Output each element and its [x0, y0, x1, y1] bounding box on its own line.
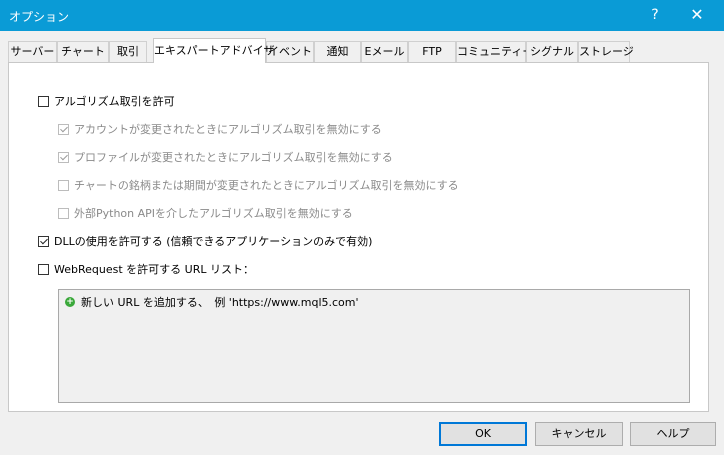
tab-chart[interactable]: チャート: [57, 41, 109, 62]
disable-python-api-checkbox[interactable]: [58, 207, 69, 219]
tab-server[interactable]: サーバー: [8, 41, 57, 62]
window-title: オプション: [9, 10, 70, 24]
url-list[interactable]: + 新しい URL を追加する、 例 'https://www.mql5.com…: [58, 289, 690, 403]
tab-ftp[interactable]: FTP: [408, 41, 456, 62]
ok-button[interactable]: OK: [439, 422, 527, 446]
disable-on-symbol-change-checkbox[interactable]: [58, 179, 69, 191]
tab-signals[interactable]: シグナル: [526, 41, 578, 62]
help-button[interactable]: ヘルプ: [630, 422, 716, 446]
add-icon: +: [65, 297, 75, 307]
allow-dll-option[interactable]: DLLの使用を許可する (信頼できるアプリケーションのみで有効): [38, 233, 372, 249]
disable-python-api-option[interactable]: 外部Python APIを介したアルゴリズム取引を無効にする: [58, 205, 353, 221]
disable-python-api-label: 外部Python APIを介したアルゴリズム取引を無効にする: [74, 207, 353, 220]
webrequest-option[interactable]: WebRequest を許可する URL リスト：: [38, 261, 254, 277]
disable-on-account-change-option[interactable]: アカウントが変更されたときにアルゴリズム取引を無効にする: [58, 121, 382, 137]
disable-on-profile-change-option[interactable]: プロファイルが変更されたときにアルゴリズム取引を無効にする: [58, 149, 393, 165]
algo-trading-option[interactable]: アルゴリズム取引を許可: [38, 93, 175, 109]
close-icon[interactable]: ✕: [687, 5, 707, 25]
allow-dll-label: DLLの使用を許可する (信頼できるアプリケーションのみで有効): [54, 235, 373, 248]
disable-on-account-change-label: アカウントが変更されたときにアルゴリズム取引を無効にする: [74, 123, 382, 136]
disable-on-account-change-checkbox[interactable]: [58, 123, 69, 135]
tab-community[interactable]: コミュニティー: [456, 41, 533, 62]
allow-dll-checkbox[interactable]: [38, 235, 49, 247]
title-bar: オプション ? ✕: [0, 0, 724, 31]
cancel-button[interactable]: キャンセル: [535, 422, 623, 446]
tab-storage[interactable]: ストレージ: [578, 41, 634, 62]
tab-expert-advisors[interactable]: エキスパートアドバイザ: [153, 38, 275, 63]
help-icon[interactable]: ?: [645, 5, 665, 25]
expert-advisors-panel: アルゴリズム取引を許可 アカウントが変更されたときにアルゴリズム取引を無効にする…: [8, 62, 709, 412]
disable-on-profile-change-label: プロファイルが変更されたときにアルゴリズム取引を無効にする: [74, 151, 393, 164]
tab-notifications[interactable]: 通知: [314, 41, 361, 62]
algo-trading-label: アルゴリズム取引を許可: [54, 95, 175, 108]
webrequest-label: WebRequest を許可する URL リスト：: [54, 263, 254, 276]
tab-email[interactable]: Eメール: [361, 41, 408, 62]
disable-on-symbol-change-option[interactable]: チャートの銘柄または期間が変更されたときにアルゴリズム取引を無効にする: [58, 177, 459, 193]
tab-trade[interactable]: 取引: [109, 41, 147, 62]
webrequest-checkbox[interactable]: [38, 263, 49, 275]
add-url-row[interactable]: + 新しい URL を追加する、 例 'https://www.mql5.com…: [65, 294, 359, 310]
add-url-text: 新しい URL を追加する、 例 'https://www.mql5.com': [81, 296, 359, 309]
disable-on-profile-change-checkbox[interactable]: [58, 151, 69, 163]
disable-on-symbol-change-label: チャートの銘柄または期間が変更されたときにアルゴリズム取引を無効にする: [74, 179, 459, 192]
algo-trading-checkbox[interactable]: [38, 95, 49, 107]
